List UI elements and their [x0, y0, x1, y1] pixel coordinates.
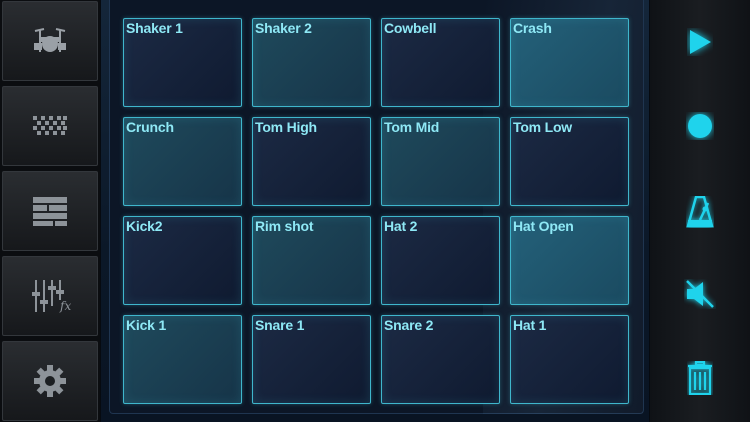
record-icon: [688, 114, 712, 138]
metronome-button[interactable]: [670, 182, 730, 242]
pad-label: Snare 2: [384, 317, 434, 333]
pad-shaker-1[interactable]: Shaker 1: [123, 18, 242, 107]
song-blocks-icon: [33, 197, 67, 226]
pad-label: Shaker 1: [126, 20, 183, 36]
pad-hat-2[interactable]: Hat 2: [381, 216, 500, 305]
pad-shaker-2[interactable]: Shaker 2: [252, 18, 371, 107]
step-sequencer-icon: [33, 116, 67, 135]
pad-label: Shaker 2: [255, 20, 312, 36]
pad-label: Hat Open: [513, 218, 574, 234]
pad-kick2[interactable]: Kick2: [123, 216, 242, 305]
mixer-fx-button[interactable]: fx: [2, 256, 98, 336]
pad-label: Hat 2: [384, 218, 418, 234]
pad-tom-mid[interactable]: Tom Mid: [381, 117, 500, 206]
delete-button[interactable]: [670, 348, 730, 408]
settings-button[interactable]: [2, 341, 98, 421]
pad-rim-shot[interactable]: Rim shot: [252, 216, 371, 305]
mute-icon: [686, 280, 714, 308]
left-sidebar: fx: [0, 0, 100, 422]
record-button[interactable]: [670, 96, 730, 156]
pad-cowbell[interactable]: Cowbell: [381, 18, 500, 107]
pad-label: Cowbell: [384, 20, 437, 36]
mixer-fx-label: fx: [60, 299, 72, 313]
pad-tom-high[interactable]: Tom High: [252, 117, 371, 206]
pad-label: Tom Mid: [384, 119, 440, 135]
pad-hat-open[interactable]: Hat Open: [510, 216, 629, 305]
pad-kick-1[interactable]: Kick 1: [123, 315, 242, 404]
pad-label: Crash: [513, 20, 552, 36]
pad-crash[interactable]: Crash: [510, 18, 629, 107]
drum-kit-icon: [34, 28, 66, 52]
pad-label: Kick 1: [126, 317, 167, 333]
play-button[interactable]: [670, 12, 730, 72]
transport-bar: [650, 0, 750, 422]
pad-tom-low[interactable]: Tom Low: [510, 117, 629, 206]
pad-label: Rim shot: [255, 218, 314, 234]
trash-icon: [688, 361, 712, 395]
pad-hat-1[interactable]: Hat 1: [510, 315, 629, 404]
pad-snare-1[interactable]: Snare 1: [252, 315, 371, 404]
play-icon: [690, 30, 711, 54]
metronome-icon: [686, 196, 714, 228]
pad-label: Snare 1: [255, 317, 305, 333]
pad-crunch[interactable]: Crunch: [123, 117, 242, 206]
drum-kit-button[interactable]: [2, 1, 98, 81]
pad-label: Hat 1: [513, 317, 547, 333]
pad-label: Tom Low: [513, 119, 572, 135]
pad-label: Crunch: [126, 119, 174, 135]
step-sequencer-button[interactable]: [2, 86, 98, 166]
song-blocks-button[interactable]: [2, 171, 98, 251]
pad-snare-2[interactable]: Snare 2: [381, 315, 500, 404]
pad-label: Tom High: [255, 119, 317, 135]
pad-panel: Shaker 1 Shaker 2 Cowbell Crash Crunch T…: [101, 0, 649, 422]
gear-icon: [34, 365, 66, 397]
pad-label: Kick2: [126, 218, 163, 234]
pad-grid: Shaker 1 Shaker 2 Cowbell Crash Crunch T…: [109, 0, 644, 414]
mute-button[interactable]: [670, 264, 730, 324]
